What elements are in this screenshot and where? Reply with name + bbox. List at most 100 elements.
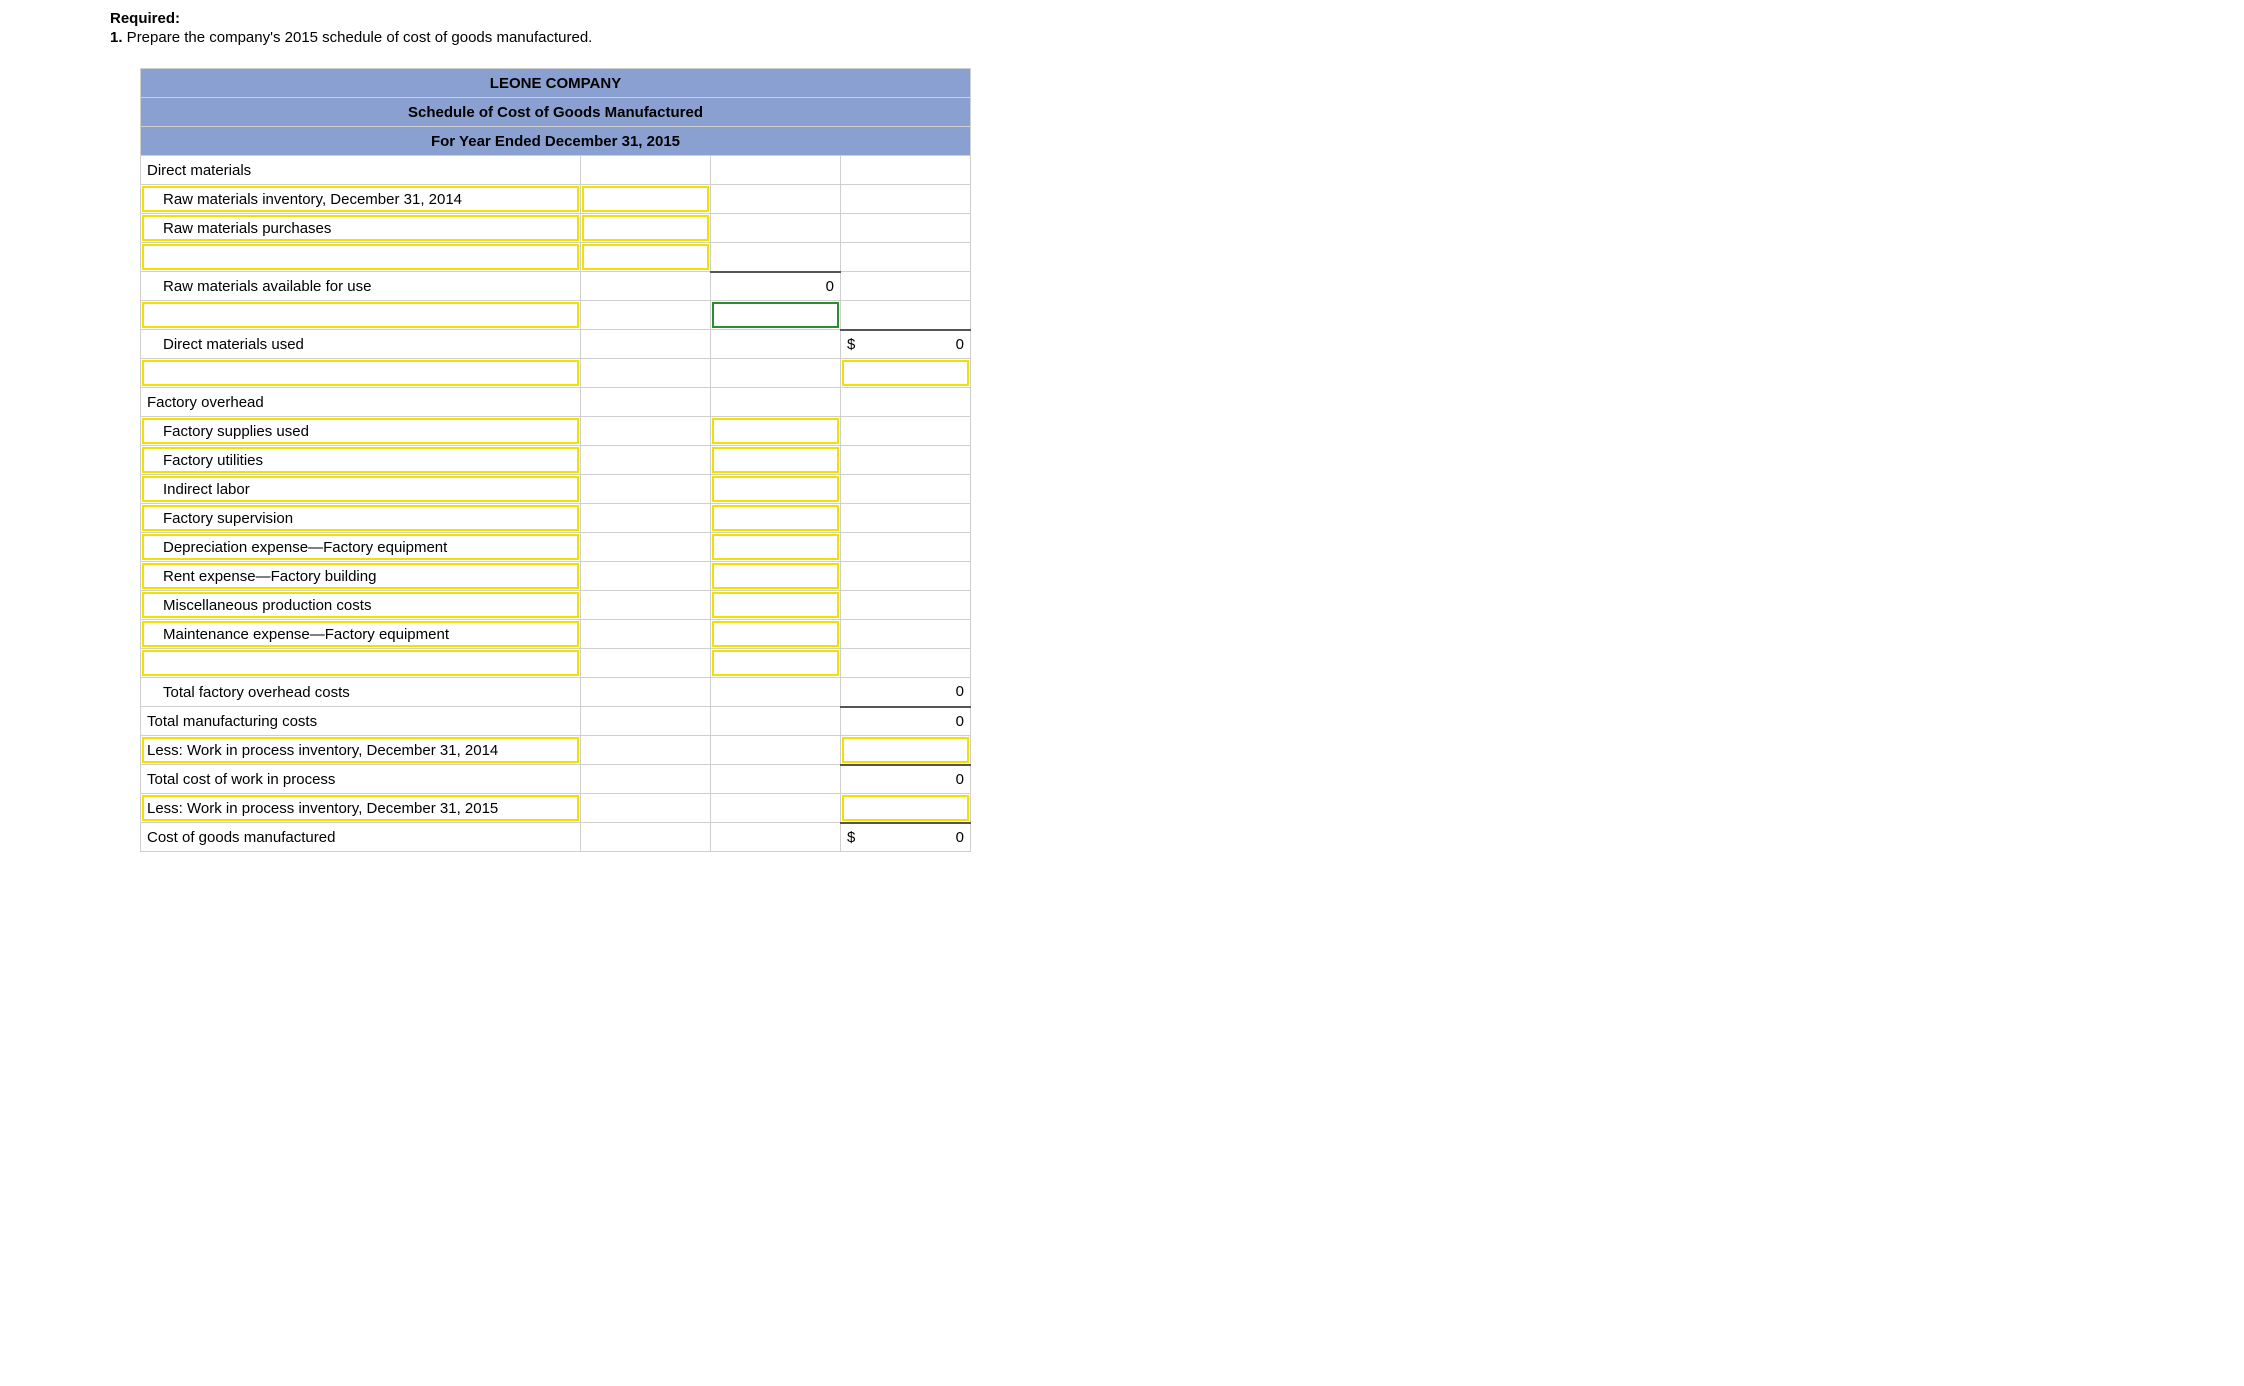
row-factory-utilities[interactable]: Factory utilities (141, 446, 581, 475)
input-depreciation[interactable] (711, 533, 841, 562)
cell-c7 (711, 243, 841, 272)
dollar-sign: $ (847, 336, 855, 353)
question-number: 1. (110, 29, 123, 46)
row-blank-1[interactable] (141, 243, 581, 272)
value-total-mfg-costs: 0 (841, 707, 971, 736)
input-selected-cell[interactable] (711, 301, 841, 330)
cell-d8 (841, 272, 971, 301)
cell-d5 (841, 185, 971, 214)
value-rm-available: 0 (711, 272, 841, 301)
row-misc-production[interactable]: Miscellaneous production costs (141, 591, 581, 620)
cell-d20 (841, 620, 971, 649)
row-total-cost-wip: Total cost of work in process (141, 765, 581, 794)
row-direct-materials: Direct materials (141, 156, 581, 185)
cogm-amount: 0 (956, 829, 964, 846)
row-total-mfg-costs: Total manufacturing costs (141, 707, 581, 736)
question-body: Prepare the company's 2015 schedule of c… (123, 29, 593, 46)
row-depreciation[interactable]: Depreciation expense—Factory equipment (141, 533, 581, 562)
cell-b18 (581, 562, 711, 591)
cell-d9 (841, 301, 971, 330)
cell-c22 (711, 678, 841, 707)
cell-b19 (581, 591, 711, 620)
row-rm-purchases[interactable]: Raw materials purchases (141, 214, 581, 243)
row-cogm: Cost of goods manufactured (141, 823, 581, 852)
cell-d19 (841, 591, 971, 620)
cell-b26 (581, 794, 711, 823)
row-rent-expense[interactable]: Rent expense—Factory building (141, 562, 581, 591)
cell-d14 (841, 446, 971, 475)
input-wip-begin[interactable] (841, 736, 971, 765)
cell-c4 (711, 156, 841, 185)
row-total-foh: Total factory overhead costs (141, 678, 581, 707)
cell-c12 (711, 388, 841, 417)
header-company: LEONE COMPANY (141, 69, 971, 98)
row-wip-end[interactable]: Less: Work in process inventory, Decembe… (141, 794, 581, 823)
cell-b17 (581, 533, 711, 562)
cell-b10 (581, 330, 711, 359)
row-rmi-begin[interactable]: Raw materials inventory, December 31, 20… (141, 185, 581, 214)
cell-c27 (711, 823, 841, 852)
cell-b22 (581, 678, 711, 707)
input-factory-supervision[interactable] (711, 504, 841, 533)
header-period: For Year Ended December 31, 2015 (141, 127, 971, 156)
cell-b12 (581, 388, 711, 417)
input-misc-production[interactable] (711, 591, 841, 620)
required-label: Required: (110, 10, 2244, 27)
cell-c24 (711, 736, 841, 765)
cell-b20 (581, 620, 711, 649)
cell-b9 (581, 301, 711, 330)
row-indirect-labor[interactable]: Indirect labor (141, 475, 581, 504)
row-maintenance[interactable]: Maintenance expense—Factory equipment (141, 620, 581, 649)
cell-b15 (581, 475, 711, 504)
value-total-cost-wip: 0 (841, 765, 971, 794)
row-factory-overhead: Factory overhead (141, 388, 581, 417)
input-factory-utilities[interactable] (711, 446, 841, 475)
cell-d21 (841, 649, 971, 678)
cell-b27 (581, 823, 711, 852)
cell-d4 (841, 156, 971, 185)
row-rm-available: Raw materials available for use (141, 272, 581, 301)
cell-c10 (711, 330, 841, 359)
input-blank-3-d[interactable] (841, 359, 971, 388)
cell-d15 (841, 475, 971, 504)
input-blank-1[interactable] (581, 243, 711, 272)
cell-b4 (581, 156, 711, 185)
cell-b25 (581, 765, 711, 794)
value-cogm: $0 (841, 823, 971, 852)
dollar-sign: $ (847, 829, 855, 846)
value-direct-materials-used: $0 (841, 330, 971, 359)
row-factory-supplies[interactable]: Factory supplies used (141, 417, 581, 446)
cell-b24 (581, 736, 711, 765)
input-wip-end[interactable] (841, 794, 971, 823)
value-total-foh: 0 (841, 678, 971, 707)
row-factory-supervision[interactable]: Factory supervision (141, 504, 581, 533)
cell-c25 (711, 765, 841, 794)
row-wip-begin[interactable]: Less: Work in process inventory, Decembe… (141, 736, 581, 765)
input-rm-purchases[interactable] (581, 214, 711, 243)
cell-d17 (841, 533, 971, 562)
cogm-schedule-table: LEONE COMPANY Schedule of Cost of Goods … (140, 68, 971, 852)
cell-b14 (581, 446, 711, 475)
input-factory-supplies[interactable] (711, 417, 841, 446)
row-blank-2[interactable] (141, 301, 581, 330)
header-title: Schedule of Cost of Goods Manufactured (141, 98, 971, 127)
input-maintenance[interactable] (711, 620, 841, 649)
cell-d6 (841, 214, 971, 243)
cell-b8 (581, 272, 711, 301)
row-blank-4[interactable] (141, 649, 581, 678)
cell-b11 (581, 359, 711, 388)
cell-d18 (841, 562, 971, 591)
cell-b21 (581, 649, 711, 678)
cell-c6 (711, 214, 841, 243)
cell-b13 (581, 417, 711, 446)
input-blank-4-c[interactable] (711, 649, 841, 678)
cell-c23 (711, 707, 841, 736)
cell-d12 (841, 388, 971, 417)
input-indirect-labor[interactable] (711, 475, 841, 504)
dmu-amount: 0 (956, 336, 964, 353)
cell-b16 (581, 504, 711, 533)
row-blank-3[interactable] (141, 359, 581, 388)
question-text: 1. Prepare the company's 2015 schedule o… (110, 29, 2244, 46)
input-rent-expense[interactable] (711, 562, 841, 591)
input-rmi-begin[interactable] (581, 185, 711, 214)
